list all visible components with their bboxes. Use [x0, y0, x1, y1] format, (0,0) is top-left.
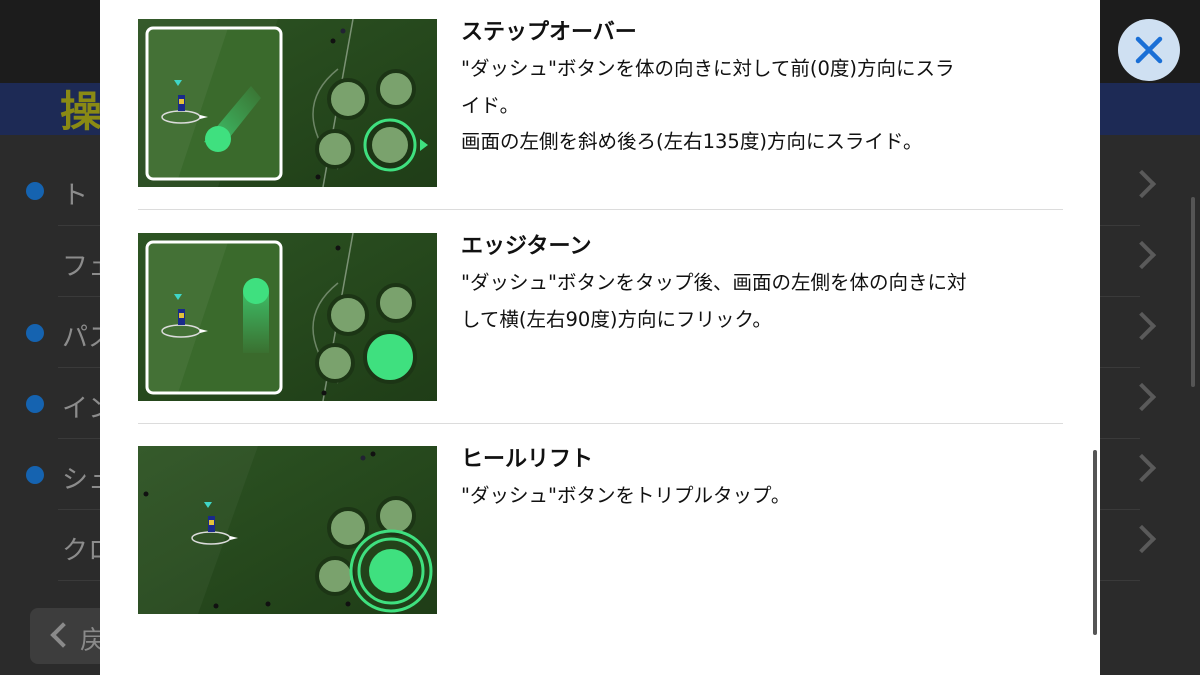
heel-lift-gesture-illustration	[138, 446, 437, 614]
skill-instruction-line: "ダッシュ"ボタンを体の向きに対して前(0度)方向にスラ	[461, 57, 955, 80]
skill-description: ステップオーバー "ダッシュ"ボタンを体の向きに対して前(0度)方向にスラ イド…	[461, 19, 1061, 161]
menu-item-label: ト	[62, 181, 89, 211]
skill-instruction-line: して横(左右90度)方向にフリック。	[461, 307, 772, 331]
skill-instruction-line: イド。	[461, 93, 520, 117]
close-icon	[1135, 36, 1163, 64]
background-page-title: 操	[60, 87, 103, 136]
bullet-dot	[26, 395, 44, 413]
skill-help-modal: ステップオーバー "ダッシュ"ボタンを体の向きに対して前(0度)方向にスラ イド…	[100, 0, 1100, 675]
chevron-right-icon	[1127, 453, 1157, 483]
skill-title: エッジターン	[461, 234, 592, 259]
skill-instruction-line: "ダッシュ"ボタンをタップ後、画面の左側を体の向きに対	[461, 271, 967, 294]
skill-instruction-line: "ダッシュ"ボタンをトリプルタップ。	[461, 484, 791, 507]
chevron-right-icon	[1127, 311, 1157, 341]
bullet-dot	[26, 466, 44, 484]
skill-instruction-line: 画面の左側を斜め後ろ(左右135度)方向にスライド。	[461, 130, 923, 153]
close-button[interactable]	[1118, 19, 1180, 81]
divider	[138, 423, 1063, 424]
background-scrollbar[interactable]	[1191, 197, 1195, 387]
skill-description: エッジターン "ダッシュ"ボタンをタップ後、画面の左側を体の向きに対 して横(左…	[461, 233, 1061, 338]
chevron-right-icon	[1127, 524, 1157, 554]
bullet-dot	[26, 324, 44, 342]
chevron-right-icon	[1127, 382, 1157, 412]
edge-turn-gesture-illustration	[138, 233, 437, 401]
chevron-right-icon	[1127, 240, 1157, 270]
skill-description: ヒールリフト "ダッシュ"ボタンをトリプルタップ。	[461, 446, 1061, 515]
skill-title: ヒールリフト	[461, 447, 594, 472]
divider	[138, 209, 1063, 210]
skill-title: ステップオーバー	[461, 20, 637, 45]
chevron-right-icon	[1127, 169, 1157, 199]
step-over-gesture-illustration	[138, 19, 437, 187]
chevron-left-icon	[50, 622, 76, 648]
bullet-dot	[26, 182, 44, 200]
modal-scrollbar[interactable]	[1093, 450, 1097, 635]
